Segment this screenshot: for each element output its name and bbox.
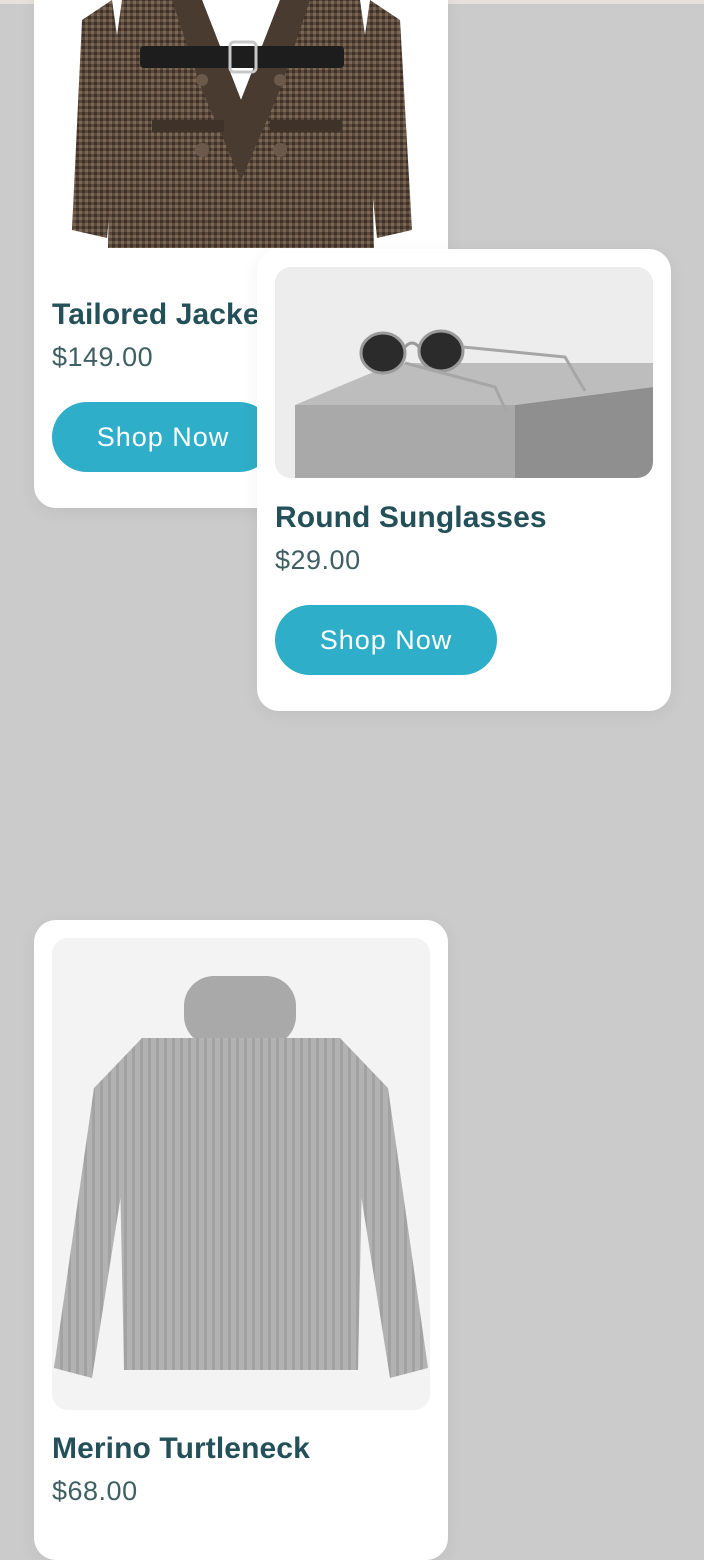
product-title: Round Sunglasses: [275, 501, 547, 534]
product-price: $68.00: [52, 1476, 138, 1506]
product-title: Merino Turtleneck: [52, 1432, 310, 1465]
product-price: $29.00: [275, 545, 361, 575]
turtleneck-illustration: [52, 938, 430, 1410]
product-image-sunglasses[interactable]: [275, 267, 653, 478]
product-title: Tailored Jacket: [52, 298, 270, 331]
product-image-jacket[interactable]: [52, 0, 430, 276]
shop-now-button[interactable]: Shop Now: [52, 402, 274, 472]
shop-now-button[interactable]: Shop Now: [275, 605, 497, 675]
product-price: $149.00: [52, 342, 154, 372]
blazer-illustration: [72, 0, 412, 248]
product-card-round-sunglasses[interactable]: Round Sunglasses $29.00 Shop Now: [257, 249, 671, 711]
product-image-turtleneck[interactable]: [52, 938, 430, 1410]
product-card-merino-turtleneck[interactable]: Merino Turtleneck $68.00: [34, 920, 448, 1560]
sunglasses-illustration: [275, 267, 653, 478]
